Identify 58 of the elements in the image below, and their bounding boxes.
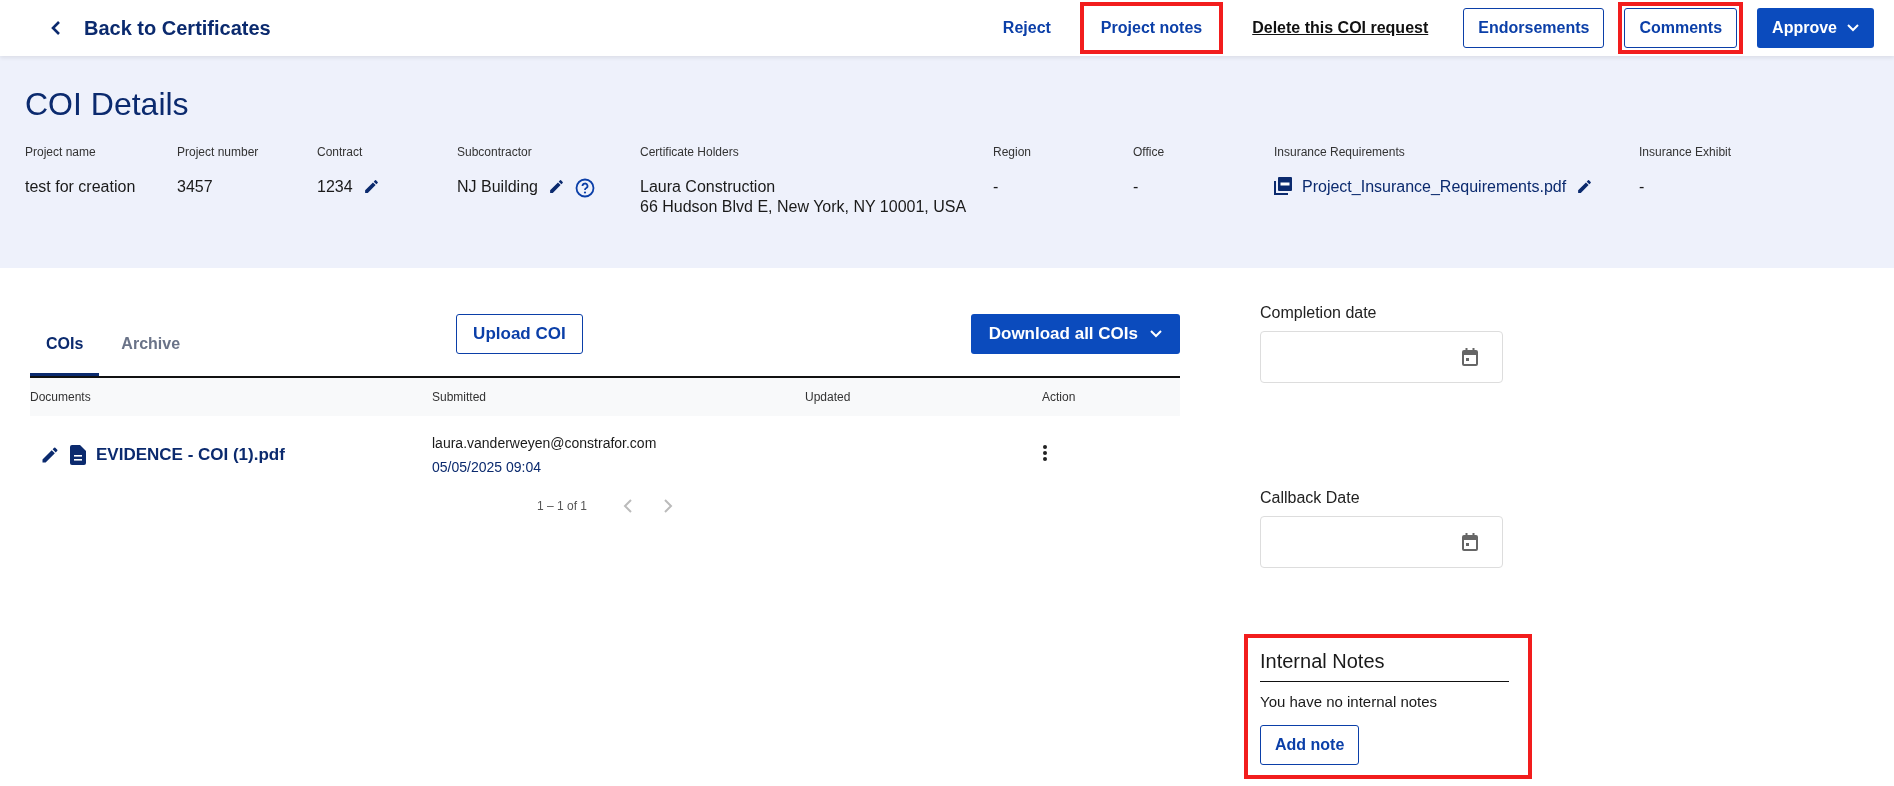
action-link[interactable]: Delete this COI request (1237, 8, 1444, 48)
chevron-left-icon (50, 20, 62, 36)
submitter-email: laura.vanderweyen@constrafor.com (432, 435, 658, 451)
field-value: NJ Building (457, 177, 538, 197)
date-input-field[interactable] (1260, 516, 1503, 568)
field-value: test for creation (25, 177, 136, 197)
calendar-icon[interactable] (1462, 533, 1478, 551)
file-link[interactable]: Project_Insurance_Requirements.pdf (1302, 177, 1567, 197)
pdf-file-icon (1274, 177, 1292, 195)
field-label: Office (1133, 145, 1166, 159)
field-label: Insurance Exhibit (1639, 145, 1733, 159)
pencil-icon[interactable] (362, 178, 380, 195)
field-label: Project number (177, 145, 260, 159)
field-value: - (993, 177, 999, 197)
caret-icon (1847, 24, 1859, 32)
upload-button[interactable]: Upload COI (456, 314, 583, 354)
tab[interactable]: Archive (105, 323, 197, 376)
notes-title: Internal Notes (1260, 650, 1509, 682)
field-value: - (1639, 177, 1645, 197)
pencil-icon[interactable] (1576, 178, 1594, 195)
action-button[interactable]: Endorsements (1463, 8, 1605, 48)
approve-menu-button[interactable]: Approve (1757, 8, 1874, 48)
column-header: Action (1041, 390, 1077, 404)
field-label: Subcontractor (457, 145, 533, 159)
field-label: Certificate Holders (640, 145, 740, 159)
field-label: Project name (25, 145, 97, 159)
column-header: Updated (805, 390, 852, 404)
document-icon (70, 445, 86, 465)
add-note-button[interactable]: Add note (1260, 725, 1360, 765)
caret-icon (1150, 330, 1162, 338)
field-label: Contract (317, 145, 364, 159)
action-link[interactable]: Project notes (1085, 8, 1218, 48)
page-title: COI Details (25, 86, 190, 123)
download-menu-button[interactable]: Download all COIs (970, 314, 1180, 354)
field-value: 1234 (317, 177, 353, 197)
calendar-icon[interactable] (1462, 348, 1478, 366)
help-icon[interactable] (574, 178, 595, 198)
pencil-icon[interactable] (40, 445, 60, 465)
field-value: 3457 (177, 177, 213, 197)
column-header: Submitted (432, 390, 488, 404)
pagination-range: 1 – 1 of 1 (537, 499, 588, 513)
action-link[interactable]: Reject (987, 8, 1066, 48)
field-label: Insurance Requirements (1274, 145, 1406, 159)
back-link[interactable]: Back to Certificates (50, 16, 271, 40)
date-field-label: Completion date (1260, 304, 1378, 322)
empty-notes-message: You have no internal notes (1260, 693, 1439, 710)
submitted-time: 05/05/2025 09:04 (432, 459, 542, 475)
date-field-label: Callback Date (1260, 489, 1361, 507)
field-value: - (1133, 177, 1139, 197)
field-label: Region (993, 145, 1033, 159)
action-button[interactable]: Comments (1624, 8, 1738, 48)
document-link[interactable]: EVIDENCE - COI (1).pdf (96, 445, 285, 465)
field-value: Laura Construction (640, 177, 777, 197)
more-options-icon[interactable] (1042, 444, 1048, 462)
field-value: 66 Hudson Blvd E, New York, NY 10001, USA (640, 197, 967, 217)
date-input-field[interactable] (1260, 331, 1503, 383)
column-header: Documents (30, 390, 92, 404)
pencil-icon[interactable] (547, 178, 565, 195)
